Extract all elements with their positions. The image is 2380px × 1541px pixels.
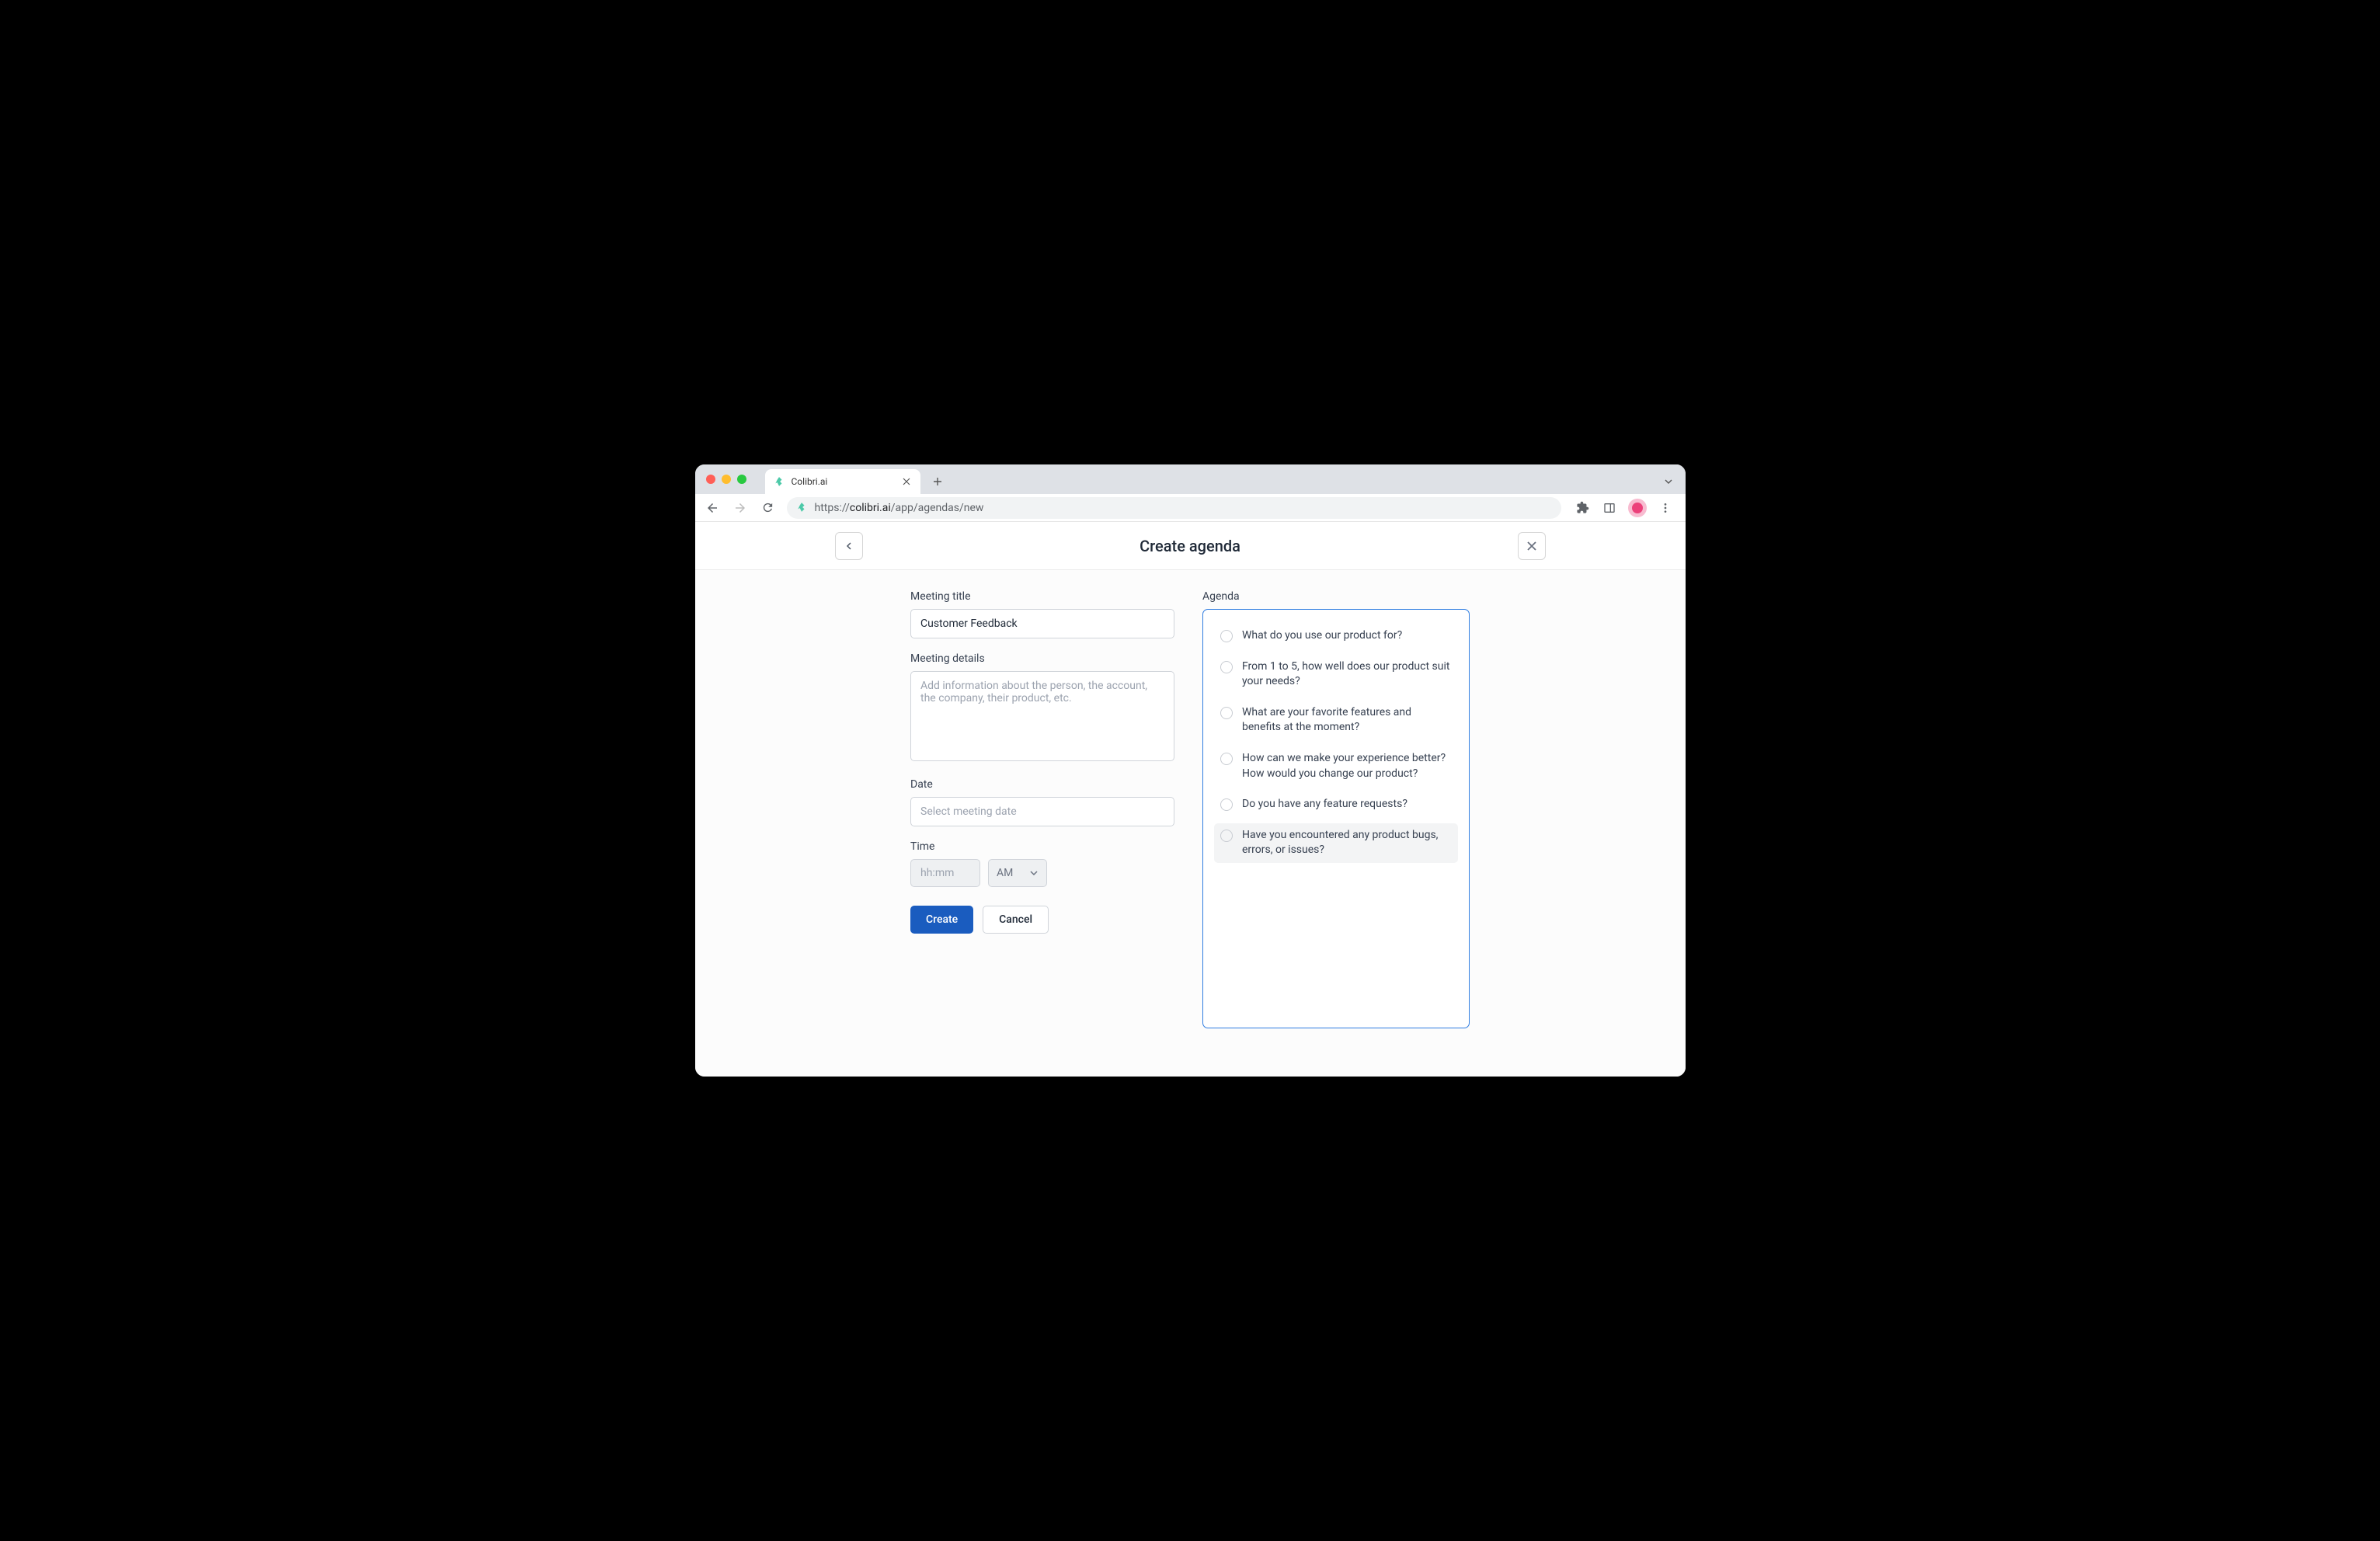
page-content: Create agenda Meeting title Meeting deta… [695,522,1686,1077]
agenda-column: Agenda What do you use our product for? F… [1202,590,1470,1028]
agenda-item[interactable]: What do you use our product for? [1214,624,1458,649]
page-title: Create agenda [1140,537,1240,555]
profile-avatar[interactable] [1628,499,1647,517]
meeting-details-label: Meeting details [910,652,1174,665]
meeting-title-field-group: Meeting title [910,590,1174,638]
panel-icon[interactable] [1602,500,1617,516]
agenda-item[interactable]: From 1 to 5, how well does our product s… [1214,655,1458,694]
agenda-item-text: From 1 to 5, how well does our product s… [1242,659,1452,690]
extension-icons [1571,499,1678,517]
time-label: Time [910,840,1174,853]
agenda-item-text: Do you have any feature requests? [1242,797,1407,812]
window-maximize-button[interactable] [737,475,746,484]
nav-reload-button[interactable] [759,499,778,517]
date-field-group: Date [910,778,1174,826]
meeting-details-input[interactable] [910,671,1174,761]
agenda-item[interactable]: What are your favorite features and bene… [1214,701,1458,740]
date-label: Date [910,778,1174,791]
agenda-item[interactable]: Do you have any feature requests? [1214,792,1458,817]
tab-close-icon[interactable] [900,475,913,488]
meeting-title-label: Meeting title [910,590,1174,603]
agenda-item-radio[interactable] [1220,798,1233,811]
page-back-button[interactable] [835,532,863,560]
form-left-column: Meeting title Meeting details Date Time [910,590,1174,1028]
cancel-button[interactable]: Cancel [983,906,1049,934]
date-input[interactable] [910,797,1174,826]
tab-title: Colibri.ai [792,476,894,487]
am-pm-value: AM [997,867,1013,879]
agenda-label: Agenda [1202,590,1470,603]
button-row: Create Cancel [910,906,1174,934]
browser-toolbar: https://colibri.ai/app/agendas/new [695,494,1686,522]
agenda-item-radio[interactable] [1220,630,1233,642]
create-button[interactable]: Create [910,906,973,934]
colibri-favicon [773,475,785,488]
window-minimize-button[interactable] [722,475,731,484]
chevron-down-icon [1029,868,1039,878]
form-container: Meeting title Meeting details Date Time [903,590,1477,1028]
agenda-item-radio[interactable] [1220,707,1233,719]
nav-back-button[interactable] [703,499,722,517]
browser-menu-icon[interactable] [1658,500,1673,516]
browser-tab-strip: Colibri.ai [695,464,1686,494]
url-favicon [796,502,809,514]
agenda-item[interactable]: How can we make your experience better? … [1214,746,1458,786]
agenda-item-text: What are your favorite features and bene… [1242,705,1452,736]
agenda-box[interactable]: What do you use our product for? From 1 t… [1202,609,1470,1028]
meeting-title-input[interactable] [910,609,1174,638]
agenda-item-radio[interactable] [1220,830,1233,842]
browser-window: Colibri.ai https://colibri.ai/app/agenda… [695,464,1686,1077]
agenda-item[interactable]: Have you encountered any product bugs, e… [1214,823,1458,863]
url-bar[interactable]: https://colibri.ai/app/agendas/new [787,497,1561,519]
am-pm-select[interactable]: AM [988,859,1047,887]
tabs-dropdown-icon[interactable] [1661,474,1676,489]
agenda-item-text: How can we make your experience better? … [1242,751,1452,781]
window-close-button[interactable] [706,475,715,484]
window-controls [706,475,746,484]
extensions-icon[interactable] [1575,500,1591,516]
new-tab-button[interactable] [927,471,948,492]
url-text: https://colibri.ai/app/agendas/new [815,502,984,514]
agenda-item-radio[interactable] [1220,661,1233,673]
time-input[interactable] [910,859,980,887]
agenda-item-radio[interactable] [1220,753,1233,765]
time-field-group: Time AM [910,840,1174,887]
agenda-item-text: Have you encountered any product bugs, e… [1242,828,1452,858]
agenda-item-text: What do you use our product for? [1242,628,1402,644]
page-close-button[interactable] [1518,532,1546,560]
meeting-details-field-group: Meeting details [910,652,1174,764]
page-header: Create agenda [695,522,1686,570]
browser-tab[interactable]: Colibri.ai [765,469,920,494]
nav-forward-button[interactable] [731,499,750,517]
